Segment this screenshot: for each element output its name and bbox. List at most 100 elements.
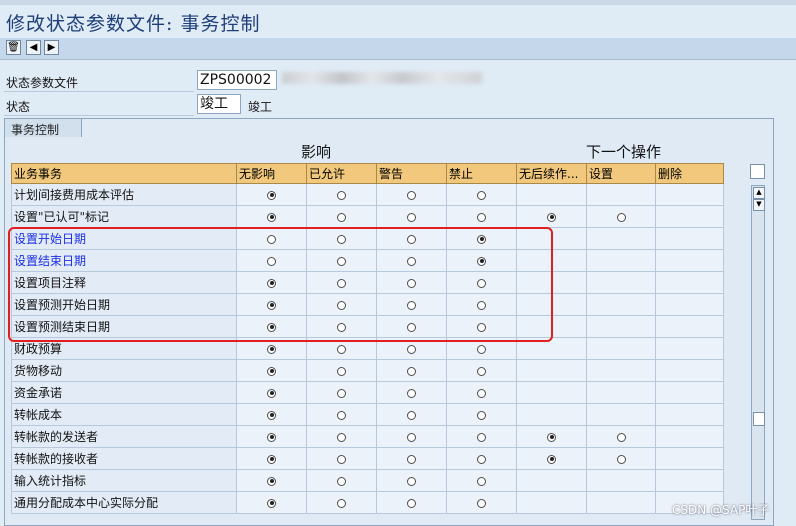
next-action-cell xyxy=(655,403,724,426)
next-action-cell xyxy=(516,205,587,228)
transaction-label: 输入统计指标 xyxy=(11,469,237,492)
influence-radio[interactable] xyxy=(337,498,346,508)
influence-cell xyxy=(376,469,447,492)
prev-icon[interactable]: ◀ xyxy=(26,40,41,55)
scroll-thumb[interactable] xyxy=(753,412,765,426)
influence-radio[interactable] xyxy=(337,366,346,376)
vertical-scrollbar[interactable]: ▲ ▼ xyxy=(751,185,765,520)
next-action-radio[interactable] xyxy=(547,454,556,464)
tab-transaction-control[interactable]: 事务控制 xyxy=(4,118,82,137)
column-header[interactable]: 警告 xyxy=(376,163,447,184)
next-action-cell xyxy=(655,227,724,250)
influence-radio[interactable] xyxy=(407,212,416,222)
table-settings-icon[interactable] xyxy=(750,164,765,179)
influence-radio[interactable] xyxy=(407,476,416,486)
influence-radio[interactable] xyxy=(267,190,276,200)
influence-radio[interactable] xyxy=(337,190,346,200)
profile-field[interactable]: ZPS00002 xyxy=(197,70,277,90)
column-header[interactable]: 删除 xyxy=(655,163,724,184)
next-action-cell xyxy=(586,447,656,470)
influence-radio[interactable] xyxy=(477,410,486,420)
influence-radio[interactable] xyxy=(267,498,276,508)
influence-radio[interactable] xyxy=(407,454,416,464)
influence-radio[interactable] xyxy=(407,344,416,354)
influence-cell xyxy=(446,425,517,448)
influence-radio[interactable] xyxy=(477,388,486,398)
influence-radio[interactable] xyxy=(477,366,486,376)
table-row: 转帐款的接收者 xyxy=(11,447,724,470)
column-header[interactable]: 已允许 xyxy=(306,163,377,184)
next-action-radio[interactable] xyxy=(547,432,556,442)
influence-cell xyxy=(236,469,307,492)
table-header-row: 业务事务 无影响 已允许 警告 禁止 无后续作... 设置 删除 xyxy=(11,163,724,184)
influence-radio[interactable] xyxy=(477,498,486,508)
status-label: 状态 xyxy=(6,100,31,114)
influence-radio[interactable] xyxy=(477,454,486,464)
influence-radio[interactable] xyxy=(337,476,346,486)
status-field[interactable]: 竣工 xyxy=(197,94,241,114)
column-header[interactable]: 设置 xyxy=(586,163,656,184)
next-action-cell xyxy=(655,205,724,228)
influence-radio[interactable] xyxy=(407,432,416,442)
column-header[interactable]: 禁止 xyxy=(446,163,517,184)
influence-radio[interactable] xyxy=(407,388,416,398)
transaction-label: 转帐款的发送者 xyxy=(11,425,237,448)
table-row: 货物移动 xyxy=(11,359,724,382)
influence-radio[interactable] xyxy=(407,366,416,376)
influence-radio[interactable] xyxy=(267,410,276,420)
influence-radio[interactable] xyxy=(267,432,276,442)
influence-radio[interactable] xyxy=(337,388,346,398)
next-action-cell xyxy=(655,425,724,448)
influence-radio[interactable] xyxy=(267,212,276,222)
column-header[interactable]: 业务事务 xyxy=(11,163,237,184)
next-action-cell xyxy=(655,381,724,404)
next-action-cell xyxy=(586,359,656,382)
influence-cell xyxy=(376,183,447,206)
influence-cell xyxy=(306,359,377,382)
next-action-cell xyxy=(516,469,587,492)
trash-icon[interactable]: 🗑 xyxy=(6,40,21,55)
influence-radio[interactable] xyxy=(267,388,276,398)
field-divider xyxy=(4,91,194,92)
influence-cell xyxy=(376,205,447,228)
table-row: 转帐款的发送者 xyxy=(11,425,724,448)
influence-radio[interactable] xyxy=(337,212,346,222)
next-action-radio[interactable] xyxy=(616,432,626,442)
influence-radio[interactable] xyxy=(337,410,346,420)
influence-cell xyxy=(376,381,447,404)
next-icon[interactable]: ▶ xyxy=(44,40,59,55)
influence-cell xyxy=(446,359,517,382)
influence-radio[interactable] xyxy=(267,366,276,376)
influence-radio[interactable] xyxy=(337,344,346,354)
influence-radio[interactable] xyxy=(267,344,276,354)
influence-radio[interactable] xyxy=(407,498,416,508)
next-action-radio[interactable] xyxy=(547,212,556,222)
influence-radio[interactable] xyxy=(477,432,486,442)
influence-radio[interactable] xyxy=(407,190,416,200)
next-action-cell xyxy=(516,425,587,448)
status-description: 竣工 xyxy=(248,100,273,114)
influence-radio[interactable] xyxy=(477,212,486,222)
window-top-strip xyxy=(0,0,796,5)
transaction-label: 转帐成本 xyxy=(11,403,237,426)
scroll-up-icon[interactable]: ▲ xyxy=(753,187,765,199)
influence-cell xyxy=(376,491,447,514)
influence-radio[interactable] xyxy=(337,454,346,464)
next-action-cell xyxy=(516,183,587,206)
next-action-radio[interactable] xyxy=(616,454,626,464)
influence-radio[interactable] xyxy=(477,476,486,486)
influence-radio[interactable] xyxy=(407,410,416,420)
scroll-down-icon[interactable]: ▼ xyxy=(753,199,765,211)
influence-cell xyxy=(236,425,307,448)
column-header[interactable]: 无后续作... xyxy=(516,163,587,184)
next-action-cell xyxy=(586,183,656,206)
influence-radio[interactable] xyxy=(477,344,486,354)
column-header[interactable]: 无影响 xyxy=(236,163,307,184)
influence-radio[interactable] xyxy=(337,432,346,442)
influence-radio[interactable] xyxy=(267,454,276,464)
table-row: 输入统计指标 xyxy=(11,469,724,492)
next-action-radio[interactable] xyxy=(616,212,626,222)
influence-cell xyxy=(236,403,307,426)
influence-radio[interactable] xyxy=(477,190,486,200)
influence-radio[interactable] xyxy=(267,476,276,486)
